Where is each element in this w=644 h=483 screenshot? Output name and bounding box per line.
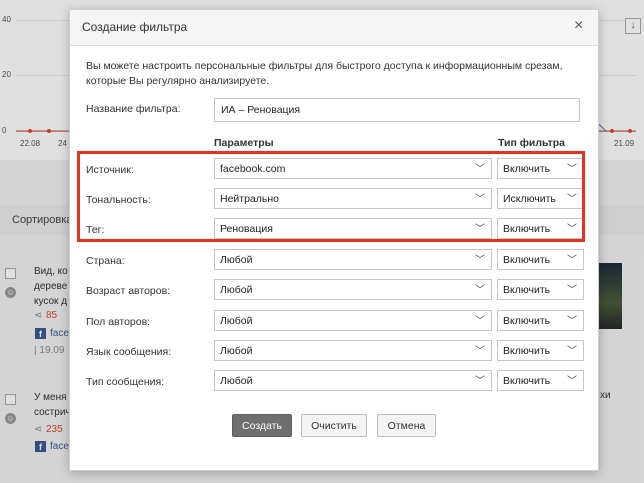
select-value: Включить <box>503 254 551 266</box>
params-column-header: Параметры <box>214 137 274 149</box>
dialog-title: Создание фильтра <box>82 20 188 34</box>
row-label: Возраст авторов: <box>86 285 171 297</box>
country-select[interactable]: Любой ﹀ <box>214 249 492 270</box>
chevron-down-icon: ﹀ <box>475 316 485 327</box>
type-select[interactable]: Включить ﹀ <box>497 310 584 331</box>
message-type-select[interactable]: Любой ﹀ <box>214 370 492 391</box>
select-value: Любой <box>220 254 253 266</box>
clear-button[interactable]: Очистить <box>301 414 367 437</box>
create-filter-dialog: Создание фильтра × Вы можете настроить п… <box>69 9 599 471</box>
type-select[interactable]: Включить ﹀ <box>497 249 584 270</box>
chevron-down-icon: ﹀ <box>567 255 577 266</box>
chevron-down-icon: ﹀ <box>475 255 485 266</box>
filter-name-input[interactable]: ИА – Реновация <box>214 98 580 122</box>
chevron-down-icon: ﹀ <box>475 376 485 387</box>
row-label: Язык сообщения: <box>86 346 172 358</box>
row-label: Тип сообщения: <box>86 376 165 388</box>
author-age-select[interactable]: Любой ﹀ <box>214 279 492 300</box>
select-value: Включить <box>503 284 551 296</box>
select-value: Любой <box>220 284 253 296</box>
language-select[interactable]: Любой ﹀ <box>214 340 492 361</box>
chevron-down-icon: ﹀ <box>567 285 577 296</box>
chevron-down-icon: ﹀ <box>567 346 577 357</box>
select-value: Любой <box>220 315 253 327</box>
type-select[interactable]: Включить ﹀ <box>497 370 584 391</box>
select-value: Любой <box>220 375 253 387</box>
cancel-button[interactable]: Отмена <box>377 414 436 437</box>
filter-type-column-header: Тип фильтра <box>498 137 565 149</box>
type-select[interactable]: Включить ﹀ <box>497 340 584 361</box>
chevron-down-icon: ﹀ <box>567 376 577 387</box>
row-label: Страна: <box>86 255 125 267</box>
select-value: Включить <box>503 375 551 387</box>
author-gender-select[interactable]: Любой ﹀ <box>214 310 492 331</box>
dialog-header: Создание фильтра × <box>70 10 598 46</box>
filter-name-label: Название фильтра: <box>86 103 181 115</box>
select-value: Включить <box>503 345 551 357</box>
dialog-intro: Вы можете настроить персональные фильтры… <box>86 60 563 87</box>
row-label: Пол авторов: <box>86 316 151 328</box>
select-value: Включить <box>503 315 551 327</box>
chevron-down-icon: ﹀ <box>567 316 577 327</box>
select-value: Любой <box>220 345 253 357</box>
chevron-down-icon: ﹀ <box>475 346 485 357</box>
create-button[interactable]: Создать <box>232 414 292 437</box>
type-select[interactable]: Включить ﹀ <box>497 279 584 300</box>
close-icon[interactable]: × <box>574 17 583 35</box>
chevron-down-icon: ﹀ <box>475 285 485 296</box>
highlight-frame <box>77 151 585 242</box>
